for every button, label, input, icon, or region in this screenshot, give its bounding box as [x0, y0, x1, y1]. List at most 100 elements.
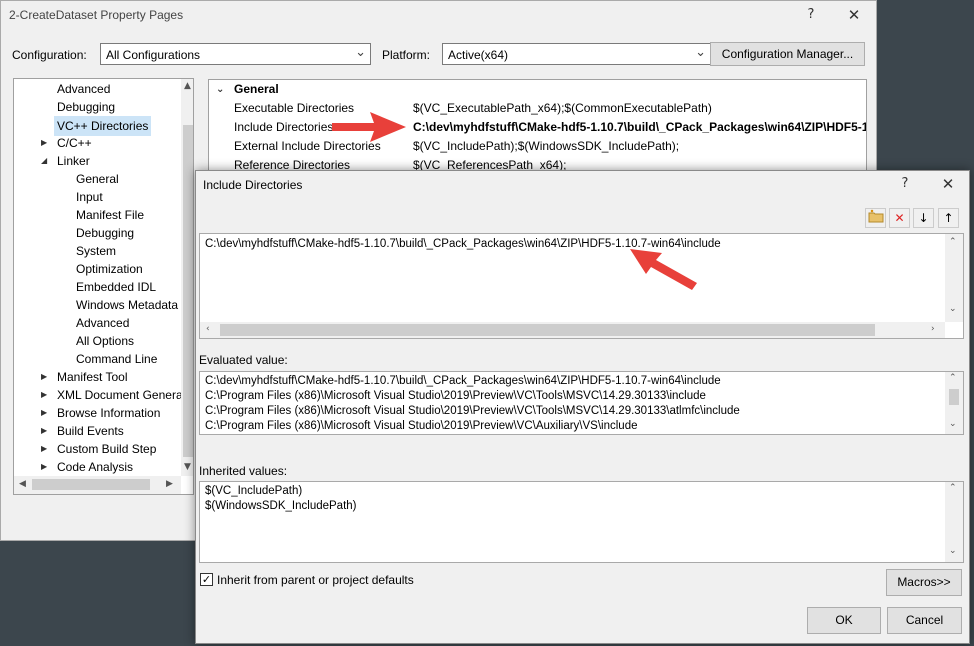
platform-label: Platform:	[382, 48, 431, 62]
inherit-checkbox-label[interactable]: Inherit from parent or project defaults	[217, 573, 414, 587]
grid-row-value: $(VC_ExecutablePath_x64);$(CommonExecuta…	[413, 101, 712, 115]
tree-item-label: All Options	[76, 334, 135, 348]
tree-item-label: General	[76, 172, 119, 186]
close-button[interactable]: ✕	[937, 175, 959, 193]
tree-item-label: Code Analysis	[57, 460, 134, 474]
macros-button[interactable]: Macros>>	[886, 569, 962, 596]
grid-row-value: $(VC_IncludePath);$(WindowsSDK_IncludePa…	[413, 139, 680, 153]
scroll-right-icon[interactable]: ▶	[166, 479, 173, 489]
close-button[interactable]: ✕	[843, 6, 865, 24]
collapsed-chevron-icon[interactable]: ▶	[41, 458, 47, 476]
tree-item-label: Custom Build Step	[57, 442, 157, 456]
chevron-down-icon: ⌄	[355, 45, 366, 60]
configuration-label: Configuration:	[12, 48, 87, 62]
scroll-right-icon[interactable]: ›	[931, 324, 935, 334]
path-line: C:\dev\myhdfstuff\CMake-hdf5-1.10.7\buil…	[205, 375, 721, 387]
scroll-left-icon[interactable]: ‹	[206, 324, 210, 334]
tree-item-label: VC++ Directories	[54, 116, 152, 136]
collapsed-chevron-icon[interactable]: ▶	[41, 386, 47, 404]
tree-item-label: Optimization	[76, 262, 143, 276]
scroll-thumb[interactable]	[949, 389, 959, 405]
arrow-down-icon: ↓	[918, 211, 929, 225]
grid-row[interactable]: Include Directories C:\dev\myhdfstuff\CMa…	[209, 118, 867, 137]
new-line-button[interactable]	[865, 208, 886, 228]
section-title: General	[234, 82, 279, 96]
help-button[interactable]: ?	[801, 7, 821, 22]
grid-row-value: C:\dev\myhdfstuff\CMake-hdf5-1.10.7\buil…	[413, 120, 867, 134]
arrow-up-icon: ↑	[943, 211, 954, 225]
tree-item-label: Manifest File	[76, 208, 145, 222]
inherited-values-box: $(VC_IncludePath) $(WindowsSDK_IncludePat…	[199, 481, 964, 563]
scroll-down-icon[interactable]: ⌄	[949, 304, 957, 314]
tree-item-label: Advanced	[76, 316, 130, 330]
annotation-arrow-icon	[332, 112, 406, 142]
collapsed-chevron-icon[interactable]: ▶	[41, 134, 47, 152]
tree-item-label: C/C++	[57, 136, 92, 150]
tree-item-label: Manifest Tool	[57, 370, 128, 384]
tree-item-label: Linker	[57, 154, 90, 168]
scroll-up-icon[interactable]: ⌃	[949, 373, 957, 383]
inherit-checkbox[interactable]: ✓	[200, 573, 213, 586]
scroll-up-icon[interactable]: ⌃	[949, 237, 957, 247]
path-line: C:\Program Files (x86)\Microsoft Visual …	[205, 405, 740, 417]
scroll-down-icon[interactable]: ▼	[184, 462, 191, 472]
editor-horizontal-scrollbar[interactable]: ‹ ›	[200, 322, 945, 338]
checkmark-icon: ✓	[201, 573, 212, 586]
path-line: $(VC_IncludePath)	[205, 485, 303, 497]
configuration-value: All Configurations	[106, 48, 201, 62]
scroll-thumb[interactable]	[183, 125, 193, 457]
grid-row[interactable]: External Include Directories $(VC_Include…	[209, 137, 866, 156]
grid-row-name: Include Directories	[234, 120, 334, 134]
inherited-vertical-scrollbar[interactable]: ⌃ ⌄	[945, 482, 963, 562]
editor-vertical-scrollbar[interactable]: ⌃ ⌄	[945, 234, 963, 322]
tree-horizontal-scrollbar[interactable]: ◀ ▶	[14, 476, 181, 494]
tree-item-label: Embedded IDL	[76, 280, 157, 294]
path-line: $(WindowsSDK_IncludePath)	[205, 500, 357, 512]
evaluated-value-label: Evaluated value:	[199, 353, 288, 367]
scroll-down-icon[interactable]: ⌄	[949, 419, 957, 429]
window-title: 2-CreateDataset Property Pages	[9, 8, 184, 22]
tree-item-label: XML Document Genera	[57, 388, 183, 402]
tree-item-label: Browse Information	[57, 406, 161, 420]
scroll-up-icon[interactable]: ⌃	[949, 483, 957, 493]
configuration-manager-button[interactable]: Configuration Manager...	[710, 42, 865, 66]
tree-item-label: Windows Metadata	[76, 298, 179, 312]
collapsed-chevron-icon[interactable]: ▶	[41, 440, 47, 458]
include-paths-editor[interactable]: C:\dev\myhdfstuff\CMake-hdf5-1.10.7\buil…	[199, 233, 964, 339]
expanded-chevron-icon[interactable]: ◢	[41, 152, 47, 170]
evaluated-vertical-scrollbar[interactable]: ⌃ ⌄	[945, 372, 963, 434]
delete-button[interactable]: ✕	[889, 208, 910, 228]
inherited-values-label: Inherited values:	[199, 464, 288, 478]
collapse-chevron-icon[interactable]: ⌄	[216, 80, 224, 99]
platform-combo[interactable]: Active(x64) ⌄	[442, 43, 711, 65]
tree-vertical-scrollbar[interactable]: ▲ ▼	[181, 79, 193, 476]
property-grid: ⌄ General Executable Directories $(VC_Exe…	[208, 79, 867, 174]
tree-item-label: Build Events	[57, 424, 124, 438]
scroll-thumb[interactable]	[220, 324, 875, 336]
move-down-button[interactable]: ↓	[913, 208, 934, 228]
grid-section-header[interactable]: ⌄ General	[209, 80, 866, 99]
tree-item-label: Command Line	[76, 352, 158, 366]
collapsed-chevron-icon[interactable]: ▶	[41, 422, 47, 440]
tree-item-label: Advanced	[57, 82, 111, 96]
scroll-thumb[interactable]	[32, 479, 150, 490]
scroll-left-icon[interactable]: ◀	[19, 479, 26, 489]
platform-value: Active(x64)	[448, 48, 509, 62]
new-folder-icon	[868, 209, 883, 223]
tree-item-label: Input	[76, 190, 103, 204]
scroll-up-icon[interactable]: ▲	[184, 81, 191, 91]
annotation-arrow-icon	[630, 249, 697, 290]
move-up-button[interactable]: ↑	[938, 208, 959, 228]
cancel-button[interactable]: Cancel	[887, 607, 962, 634]
delete-icon: ✕	[894, 211, 905, 225]
configuration-combo[interactable]: All Configurations ⌄	[100, 43, 371, 65]
grid-row[interactable]: Executable Directories $(VC_ExecutablePat…	[209, 99, 866, 118]
ok-button[interactable]: OK	[807, 607, 881, 634]
collapsed-chevron-icon[interactable]: ▶	[41, 404, 47, 422]
property-tree: Advanced Debugging VC++ Directories ▶ C/C++ ◢…	[13, 78, 194, 495]
path-line: C:\Program Files (x86)\Microsoft Visual …	[205, 420, 638, 432]
help-button[interactable]: ?	[896, 176, 914, 191]
collapsed-chevron-icon[interactable]: ▶	[41, 368, 47, 386]
evaluated-value-box: C:\dev\myhdfstuff\CMake-hdf5-1.10.7\buil…	[199, 371, 964, 435]
scroll-down-icon[interactable]: ⌄	[949, 546, 957, 556]
